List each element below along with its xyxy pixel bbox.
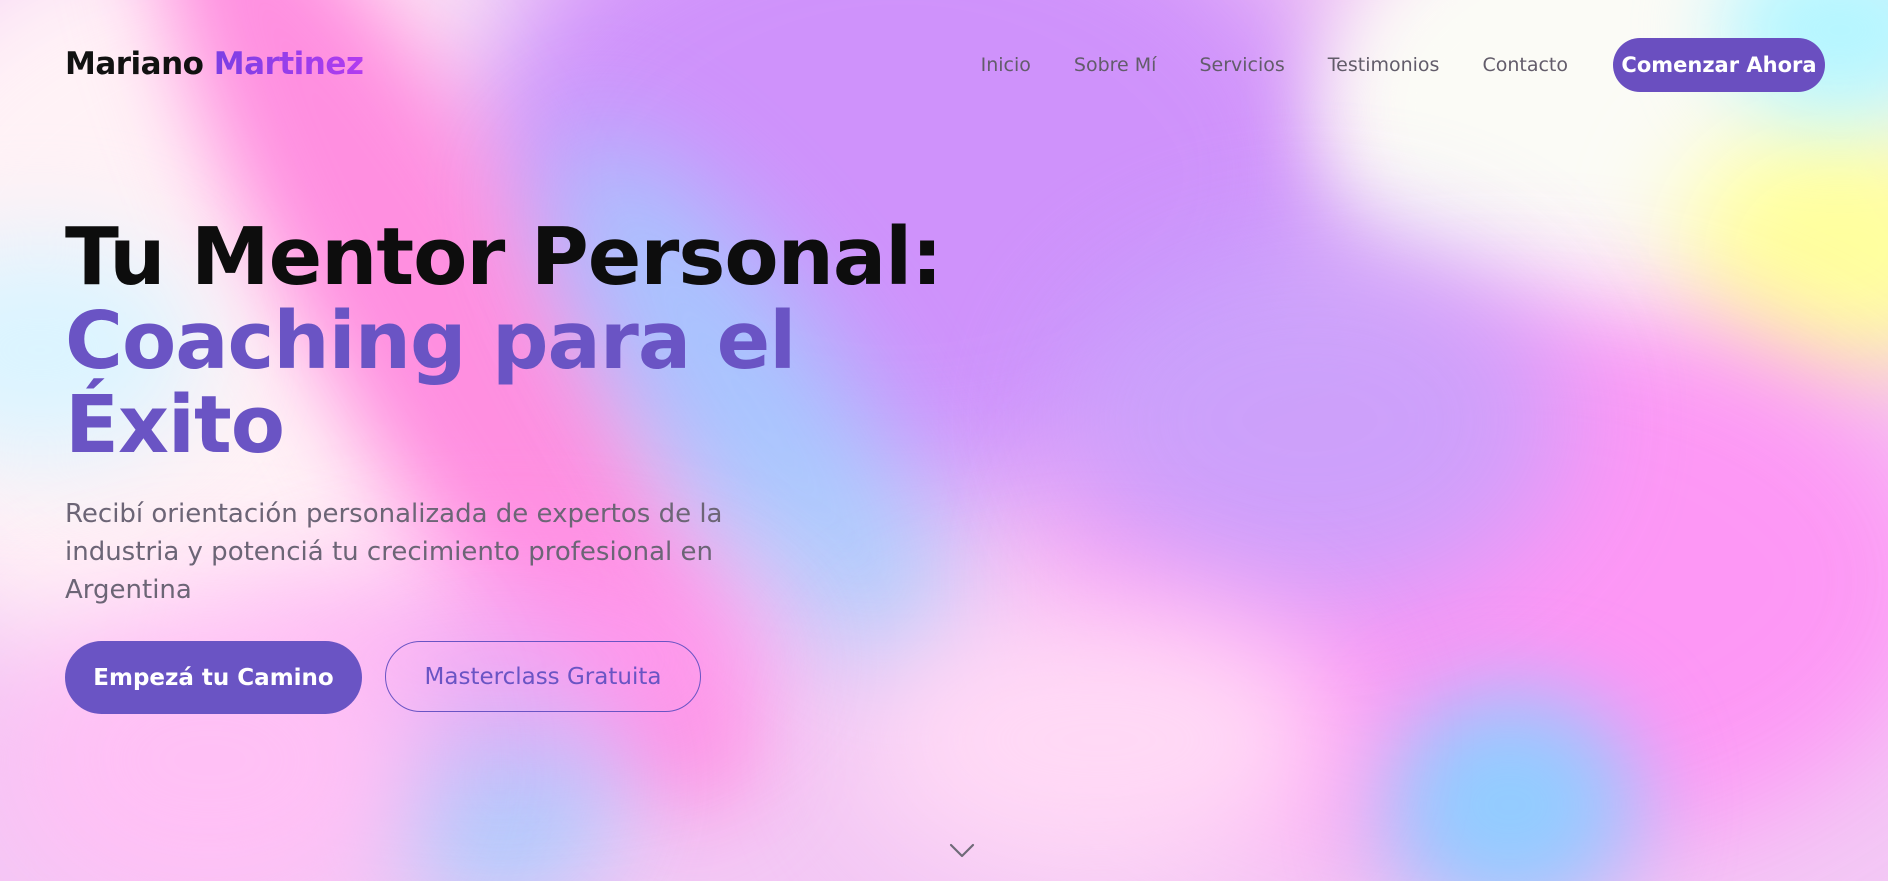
- nav-link-sobre-mi[interactable]: Sobre Mí: [1074, 54, 1157, 76]
- hero-accent-title: Coaching para el Éxito: [65, 295, 796, 471]
- hero-title: Tu Mentor Personal:: [65, 211, 943, 303]
- nav-link-inicio[interactable]: Inicio: [981, 54, 1031, 76]
- empeza-tu-camino-button[interactable]: Empezá tu Camino: [65, 641, 362, 714]
- top-navbar: Mariano Martinez Inicio Sobre Mí Servici…: [0, 0, 1888, 130]
- comenzar-ahora-button[interactable]: Comenzar Ahora: [1613, 38, 1825, 92]
- nav-link-contacto[interactable]: Contacto: [1482, 54, 1568, 76]
- brand-last-name: Martinez: [213, 46, 364, 82]
- nav-links: Inicio Sobre Mí Servicios Testimonios Co…: [981, 54, 1568, 76]
- chevron-down-icon[interactable]: [949, 843, 975, 863]
- nav-link-testimonios[interactable]: Testimonios: [1328, 54, 1440, 76]
- brand-first-name: Mariano: [65, 46, 204, 82]
- hero-subtitle: Recibí orientación personalizada de expe…: [65, 499, 723, 605]
- nav-link-servicios[interactable]: Servicios: [1199, 54, 1284, 76]
- masterclass-gratuita-button[interactable]: Masterclass Gratuita: [385, 641, 701, 712]
- brand-logo[interactable]: Mariano Martinez: [65, 46, 364, 82]
- hero-buttons: Empezá tu Camino Masterclass Gratuita: [65, 641, 942, 714]
- hero-section: Tu Mentor Personal: Coaching para el Éxi…: [65, 211, 943, 714]
